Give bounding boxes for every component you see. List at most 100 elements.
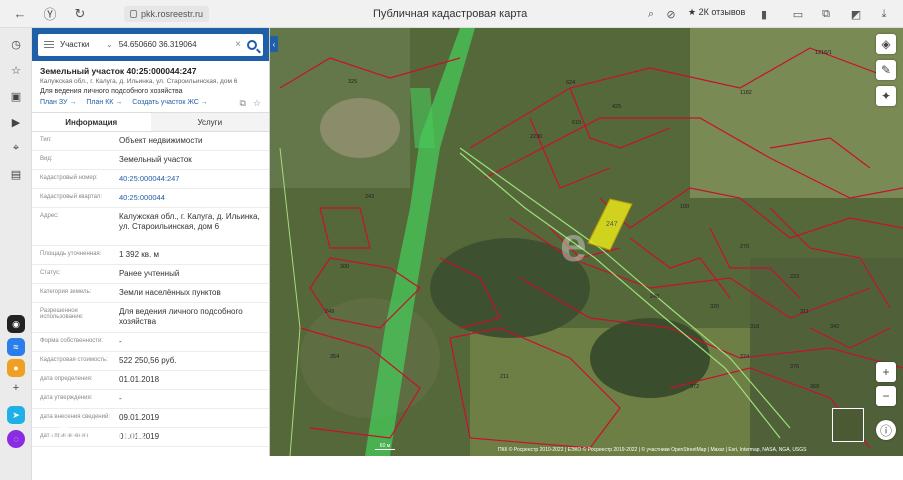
- parcel-label: 320: [710, 304, 719, 310]
- favorite-icon[interactable]: ☆: [253, 98, 261, 109]
- parcel-label: 211: [500, 374, 509, 380]
- search-bar: Участки ⌄ 54.650660 36.319064 ×: [32, 28, 269, 61]
- row-key: Кадастровый номер:: [40, 175, 98, 181]
- table-row: Адрес: Калужская обл., г. Калуга, д. Ильи…: [32, 208, 269, 246]
- search-submit-icon[interactable]: [247, 39, 257, 50]
- menu-icon[interactable]: [44, 41, 54, 48]
- row-value: Земельный участок: [119, 155, 192, 164]
- row-key: Тип:: [40, 137, 52, 143]
- parcel-label: 223: [790, 274, 799, 280]
- table-row: Разрешенное использование: Для ведения ли…: [32, 303, 269, 333]
- table-row: дата определения: 01.01.2018: [32, 371, 269, 390]
- row-value: -: [119, 337, 122, 346]
- row-value: 09.01.2019: [119, 413, 160, 422]
- row-key: Адрес:: [40, 213, 59, 219]
- browser-sidebar: ◷ ☆ ▣ ▶ ⌖ ▤ ◉ ≈ ● + ➤ ◌: [0, 28, 32, 480]
- reload-icon[interactable]: ↻: [70, 4, 90, 24]
- screenshot-icon[interactable]: ⌖: [8, 140, 24, 156]
- object-links: План ЗУ → План КК → Создать участок ЖС →…: [32, 96, 269, 109]
- parcel-label: 311: [800, 309, 809, 315]
- alice-icon[interactable]: ◌: [7, 430, 25, 448]
- row-key: Кадастровый квартал:: [40, 194, 103, 200]
- parcel-label: 368: [810, 384, 819, 390]
- translate-icon[interactable]: ⊘: [663, 6, 679, 22]
- domclick-watermark: Домклик: [36, 424, 146, 447]
- cadastral-map[interactable]: 247 624 615 425 2230 1182 1216/1 325 243…: [270, 28, 903, 456]
- parcel-label: 374: [740, 354, 749, 360]
- parcel-label: 300: [340, 264, 349, 270]
- yandex-icon[interactable]: Ⓨ: [40, 4, 60, 24]
- parcel-label: 372: [690, 384, 699, 390]
- app-messenger-icon[interactable]: ◉: [7, 315, 25, 333]
- row-key: Разрешенное использование:: [40, 308, 84, 320]
- video-icon[interactable]: ▶: [8, 114, 24, 130]
- locate-icon[interactable]: ✦: [876, 86, 896, 106]
- table-row: Кадастровый квартал: 40:25:000044: [32, 189, 269, 208]
- info-icon[interactable]: ⓘ: [876, 420, 896, 440]
- parcel-label: 270: [740, 244, 749, 250]
- row-value: 01.01.2018: [119, 375, 160, 384]
- cadastral-quarter-link[interactable]: 40:25:000044: [119, 193, 261, 203]
- download-icon[interactable]: ⤓: [876, 6, 892, 22]
- table-row: Вид: Земельный участок: [32, 151, 269, 170]
- row-value: 522 250,56 руб.: [119, 356, 177, 365]
- add-app-icon[interactable]: +: [8, 380, 24, 396]
- close-icon[interactable]: ×: [235, 39, 241, 50]
- favorites-icon[interactable]: ☆: [8, 62, 24, 78]
- link-plan-zu[interactable]: План ЗУ →: [40, 99, 76, 106]
- notes-icon[interactable]: ▤: [8, 166, 24, 182]
- parcel-label: 354: [330, 354, 339, 360]
- parcel-label: 376: [790, 364, 799, 370]
- link-plan-kk[interactable]: План КК →: [86, 99, 122, 106]
- tab-services[interactable]: Услуги: [150, 113, 269, 131]
- row-value: Для ведения личного подсобного хозяйства: [119, 307, 243, 326]
- row-key: Площадь уточненная:: [40, 251, 102, 257]
- watermark: e: [560, 219, 587, 272]
- domclick-brand: Домклик: [56, 424, 147, 446]
- search-icon[interactable]: ⌕: [643, 6, 659, 22]
- parcel-label: 248: [650, 294, 659, 300]
- page-title: Публичная кадастровая карта: [373, 8, 528, 20]
- zoom-in-button[interactable]: +: [876, 362, 896, 382]
- extension-icon[interactable]: ⧉: [818, 6, 834, 22]
- table-row: Тип: Объект недвижимости: [32, 132, 269, 151]
- search-type-select[interactable]: Участки: [60, 40, 100, 49]
- app-mail-icon[interactable]: ●: [7, 359, 25, 377]
- minimap[interactable]: [832, 408, 864, 442]
- reviews-label: 2К отзывов: [698, 7, 746, 17]
- bookmark-icon[interactable]: ▮: [756, 6, 772, 22]
- table-row: Форма собственности: -: [32, 333, 269, 352]
- url-text: pkk.rosreestr.ru: [141, 9, 204, 19]
- parcel-label: 342: [830, 324, 839, 330]
- copy-icon[interactable]: ⧉: [239, 98, 245, 109]
- browser-toolbar: ← Ⓨ ↻ pkk.rosreestr.ru Публичная кадастр…: [0, 0, 903, 28]
- attribute-table: Тип: Объект недвижимости Вид: Земельный уч…: [32, 132, 269, 447]
- row-value: Ранее учтенный: [119, 269, 180, 278]
- link-create-parcel[interactable]: Создать участок ЖС →: [132, 99, 208, 106]
- app-send-icon[interactable]: ➤: [7, 406, 25, 424]
- search-input[interactable]: 54.650660 36.319064: [119, 40, 229, 49]
- profile-icon[interactable]: ◩: [848, 6, 864, 22]
- app-cloud-icon[interactable]: ≈: [7, 338, 25, 356]
- layers-icon[interactable]: ◈: [876, 34, 896, 54]
- search-box[interactable]: Участки ⌄ 54.650660 36.319064 ×: [38, 33, 263, 56]
- tab-info[interactable]: Информация: [32, 113, 151, 131]
- row-key: дата утверждения:: [40, 395, 93, 401]
- collections-icon[interactable]: ▣: [8, 88, 24, 104]
- parcel-label: 243: [365, 194, 374, 200]
- reviews-button[interactable]: ★ 2К отзывов: [688, 7, 745, 18]
- collapse-panel-button[interactable]: ‹: [270, 36, 278, 52]
- back-icon[interactable]: ←: [10, 4, 30, 24]
- history-icon[interactable]: ◷: [8, 36, 24, 52]
- chevron-down-icon[interactable]: ⌄: [106, 40, 113, 49]
- object-address: Калужская обл., г. Калуга, д. Ильинка, у…: [40, 78, 238, 85]
- table-row: Площадь уточненная: 1 392 кв. м: [32, 246, 269, 265]
- row-key: Форма собственности:: [40, 338, 104, 344]
- address-bar[interactable]: pkk.rosreestr.ru: [124, 6, 210, 22]
- parcel-label: 325: [348, 79, 357, 85]
- ruler-icon[interactable]: ✎: [876, 60, 896, 80]
- zoom-out-button[interactable]: −: [876, 386, 896, 406]
- row-value: Земли населённых пунктов: [119, 288, 221, 297]
- cadastral-number-link[interactable]: 40:25:000044:247: [119, 174, 261, 184]
- info-tabs: Информация Услуги: [32, 112, 269, 132]
